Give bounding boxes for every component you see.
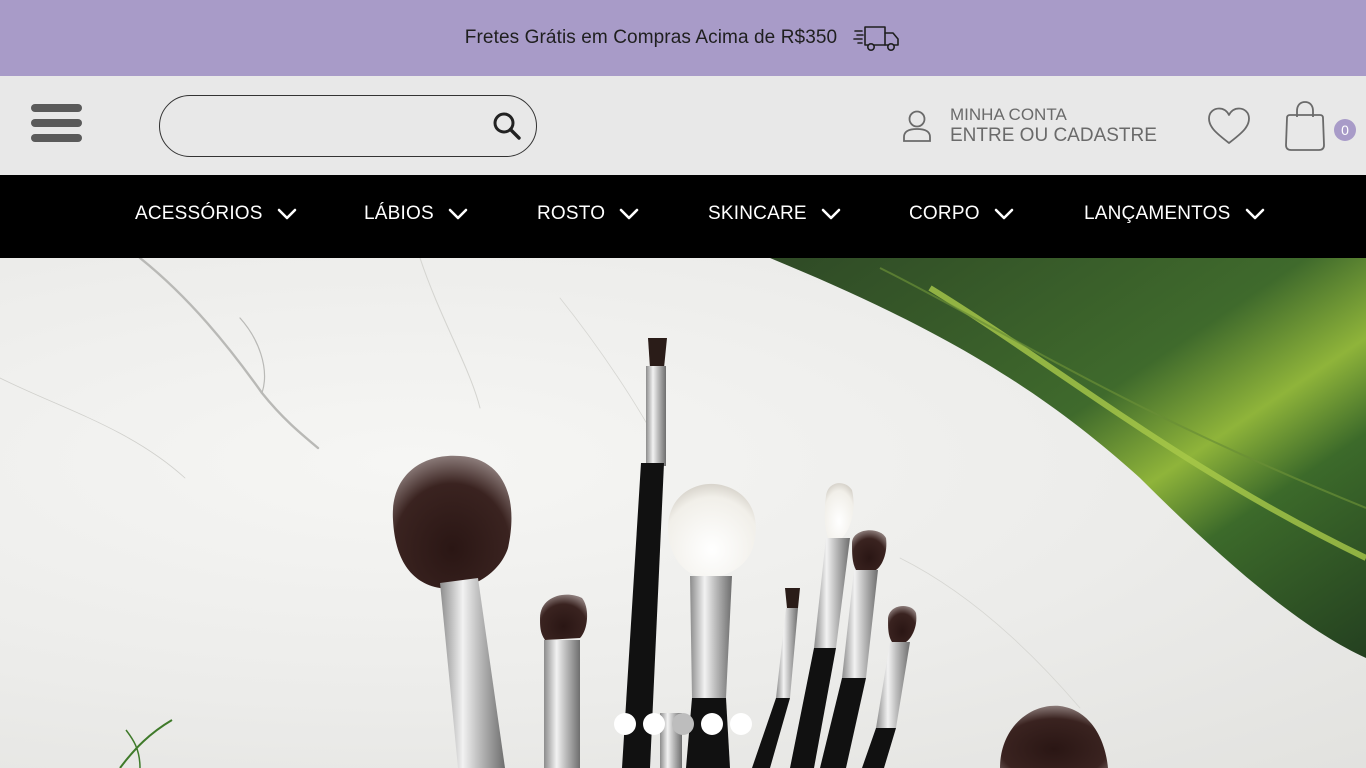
nav-item-corpo[interactable]: CORPO	[909, 203, 1014, 225]
cart-count-badge: 0	[1334, 119, 1356, 141]
search-box	[159, 95, 537, 157]
fast-delivery-truck-icon	[853, 26, 900, 51]
carousel-dot[interactable]	[730, 713, 752, 735]
account-subtitle: ENTRE OU CADASTRE	[950, 125, 1157, 146]
nav-item-skincare[interactable]: SKINCARE	[708, 203, 841, 225]
category-nav: ACESSÓRIOS LÁBIOS ROSTO SKINCARE CORPO L…	[0, 175, 1366, 258]
carousel-dot[interactable]	[614, 713, 636, 735]
carousel-dot[interactable]	[701, 713, 723, 735]
hero-banner[interactable]	[0, 258, 1366, 768]
chevron-down-icon	[619, 208, 639, 220]
account-title: MINHA CONTA	[950, 105, 1067, 124]
search-icon[interactable]	[492, 111, 522, 141]
user-icon	[903, 110, 931, 142]
carousel-pagination	[614, 713, 752, 735]
nav-item-labios[interactable]: LÁBIOS	[364, 203, 468, 225]
chevron-down-icon	[821, 208, 841, 220]
shopping-bag-icon[interactable]	[1284, 100, 1326, 152]
hamburger-bar	[31, 104, 82, 112]
carousel-dot[interactable]	[643, 713, 665, 735]
nav-item-lancamentos[interactable]: LANÇAMENTOS	[1084, 203, 1265, 225]
hero-image-makeup-brushes	[0, 258, 1366, 768]
chevron-down-icon	[277, 208, 296, 220]
nav-item-rosto[interactable]: ROSTO	[537, 203, 639, 225]
promo-bar: Fretes Grátis em Compras Acima de R$350	[0, 0, 1366, 76]
nav-item-label: LÁBIOS	[364, 203, 434, 224]
chevron-down-icon	[448, 208, 468, 220]
menu-button[interactable]	[31, 104, 82, 144]
nav-item-label: CORPO	[909, 203, 980, 224]
chevron-down-icon	[1245, 208, 1264, 220]
chevron-down-icon	[994, 208, 1013, 220]
nav-item-label: ROSTO	[537, 203, 606, 224]
nav-item-label: LANÇAMENTOS	[1084, 203, 1231, 224]
site-header: MINHA CONTA ENTRE OU CADASTRE 0	[0, 76, 1366, 175]
wishlist-heart-icon[interactable]	[1206, 106, 1252, 146]
search-input[interactable]	[182, 110, 482, 142]
hamburger-bar	[31, 134, 82, 142]
promo-text: Fretes Grátis em Compras Acima de R$350	[464, 27, 838, 48]
hamburger-bar	[31, 119, 82, 127]
account-link[interactable]: MINHA CONTA ENTRE OU CADASTRE	[902, 105, 1157, 147]
carousel-dot-active[interactable]	[672, 713, 694, 735]
nav-item-acessorios[interactable]: ACESSÓRIOS	[135, 203, 297, 225]
account-text: MINHA CONTA ENTRE OU CADASTRE	[950, 105, 1157, 147]
nav-item-label: ACESSÓRIOS	[135, 203, 263, 224]
nav-item-label: SKINCARE	[708, 203, 807, 224]
